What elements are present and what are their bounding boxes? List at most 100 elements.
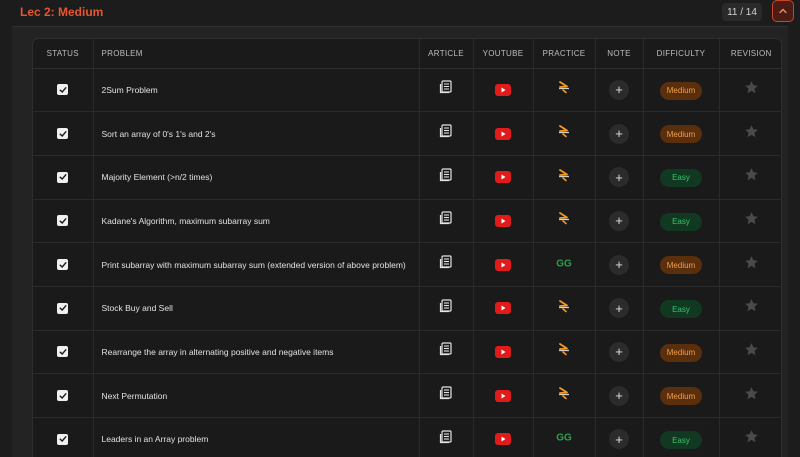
add-note-button[interactable]: + bbox=[609, 254, 629, 275]
youtube-icon[interactable] bbox=[495, 127, 511, 140]
codingninjas-icon[interactable] bbox=[557, 343, 571, 361]
article-icon[interactable] bbox=[439, 211, 453, 225]
status-checkbox[interactable] bbox=[57, 259, 69, 271]
status-cell bbox=[33, 111, 94, 156]
codingninjas-icon[interactable] bbox=[557, 125, 571, 143]
article-cell bbox=[419, 199, 474, 244]
practice-cell bbox=[533, 199, 596, 244]
table-row: 2Sum Problem + Medium bbox=[33, 68, 781, 113]
status-checkbox[interactable] bbox=[57, 433, 69, 445]
table-row: Next Permutation + Medium bbox=[33, 373, 781, 418]
status-checkbox[interactable] bbox=[57, 302, 69, 314]
header-article: ARTICLE bbox=[419, 39, 474, 69]
article-icon[interactable] bbox=[439, 386, 453, 400]
table-header: STATUS PROBLEM ARTICLE YOUTUBE PRACTICE … bbox=[33, 39, 781, 69]
youtube-icon[interactable] bbox=[495, 171, 511, 184]
add-note-button[interactable]: + bbox=[609, 385, 629, 406]
add-note-button[interactable]: + bbox=[609, 167, 629, 188]
youtube-icon[interactable] bbox=[495, 433, 511, 446]
add-note-button[interactable]: + bbox=[609, 123, 629, 144]
youtube-cell bbox=[473, 111, 534, 156]
note-cell: + bbox=[595, 68, 644, 113]
checkmark-icon bbox=[59, 436, 67, 443]
youtube-icon[interactable] bbox=[495, 302, 511, 315]
table-row: Kadane's Algorithm, maximum subarray sum… bbox=[33, 199, 781, 244]
difficulty-cell: Easy bbox=[643, 155, 720, 200]
article-icon[interactable] bbox=[439, 255, 453, 269]
star-icon[interactable] bbox=[744, 386, 759, 401]
table-row: Stock Buy and Sell + Easy bbox=[33, 286, 781, 331]
add-note-button[interactable]: + bbox=[609, 341, 629, 362]
practice-cell bbox=[533, 111, 596, 156]
youtube-icon[interactable] bbox=[495, 389, 511, 402]
chevron-up-icon bbox=[779, 8, 787, 14]
section-header[interactable]: Lec 2: Medium 11 / 14 bbox=[0, 0, 800, 26]
status-checkbox[interactable] bbox=[57, 346, 69, 358]
problem-name: Majority Element (>n/2 times) bbox=[93, 155, 420, 200]
star-icon[interactable] bbox=[744, 429, 759, 444]
checkmark-icon bbox=[59, 218, 67, 224]
status-checkbox[interactable] bbox=[57, 390, 69, 402]
star-icon[interactable] bbox=[744, 124, 759, 139]
codingninjas-icon[interactable] bbox=[557, 212, 571, 230]
article-icon[interactable] bbox=[439, 299, 453, 313]
add-note-button[interactable]: + bbox=[609, 429, 629, 450]
difficulty-badge: Easy bbox=[660, 431, 702, 450]
checkmark-icon bbox=[59, 86, 67, 93]
codingninjas-icon[interactable] bbox=[557, 168, 571, 187]
star-icon[interactable] bbox=[744, 342, 759, 357]
revision-cell bbox=[719, 199, 781, 244]
add-note-button[interactable]: + bbox=[609, 79, 629, 100]
article-icon[interactable] bbox=[439, 342, 453, 356]
practice-cell: GG bbox=[533, 417, 596, 457]
note-cell: + bbox=[595, 111, 644, 156]
practice-cell bbox=[533, 373, 596, 418]
checkmark-icon bbox=[59, 305, 67, 312]
collapse-button[interactable] bbox=[772, 0, 794, 22]
table-row: Majority Element (>n/2 times) + Easy bbox=[33, 155, 781, 200]
status-cell bbox=[33, 242, 94, 287]
problem-name: Rearrange the array in alternating posit… bbox=[93, 330, 420, 375]
status-checkbox[interactable] bbox=[57, 171, 69, 183]
geeksforgeeks-icon[interactable]: GG bbox=[554, 430, 574, 447]
codingninjas-icon[interactable] bbox=[557, 299, 571, 318]
problem-name: 2Sum Problem bbox=[93, 68, 420, 113]
note-cell: + bbox=[595, 373, 644, 418]
revision-cell bbox=[719, 330, 781, 375]
add-note-button[interactable]: + bbox=[609, 298, 629, 319]
youtube-icon[interactable] bbox=[495, 345, 511, 358]
article-icon[interactable] bbox=[439, 124, 453, 138]
youtube-icon[interactable] bbox=[495, 214, 511, 227]
star-icon[interactable] bbox=[744, 211, 759, 226]
youtube-cell bbox=[473, 199, 534, 244]
codingninjas-icon[interactable] bbox=[557, 387, 571, 405]
difficulty-cell: Medium bbox=[643, 373, 720, 418]
revision-cell bbox=[719, 111, 781, 156]
article-icon[interactable] bbox=[439, 430, 453, 444]
youtube-icon[interactable] bbox=[495, 258, 511, 271]
practice-cell bbox=[533, 330, 596, 375]
star-icon[interactable] bbox=[744, 255, 759, 270]
status-checkbox[interactable] bbox=[57, 215, 69, 227]
youtube-cell bbox=[473, 417, 534, 457]
header-youtube: YOUTUBE bbox=[473, 39, 534, 69]
difficulty-badge: Medium bbox=[660, 256, 702, 275]
problem-name: Sort an array of 0's 1's and 2's bbox=[93, 111, 420, 156]
article-icon[interactable] bbox=[439, 168, 453, 182]
article-icon[interactable] bbox=[439, 80, 453, 94]
star-icon[interactable] bbox=[744, 167, 759, 182]
status-checkbox[interactable] bbox=[57, 84, 69, 96]
add-note-button[interactable]: + bbox=[609, 210, 629, 231]
star-icon[interactable] bbox=[744, 80, 759, 95]
difficulty-badge: Medium bbox=[660, 81, 702, 100]
codingninjas-icon[interactable] bbox=[557, 81, 571, 99]
note-cell: + bbox=[595, 242, 644, 287]
header-problem: PROBLEM bbox=[93, 39, 420, 69]
star-icon[interactable] bbox=[744, 298, 759, 313]
status-cell bbox=[33, 417, 94, 457]
status-checkbox[interactable] bbox=[57, 128, 69, 140]
note-cell: + bbox=[595, 199, 644, 244]
youtube-icon[interactable] bbox=[495, 83, 511, 96]
revision-cell bbox=[719, 155, 781, 200]
geeksforgeeks-icon[interactable]: GG bbox=[554, 256, 574, 273]
